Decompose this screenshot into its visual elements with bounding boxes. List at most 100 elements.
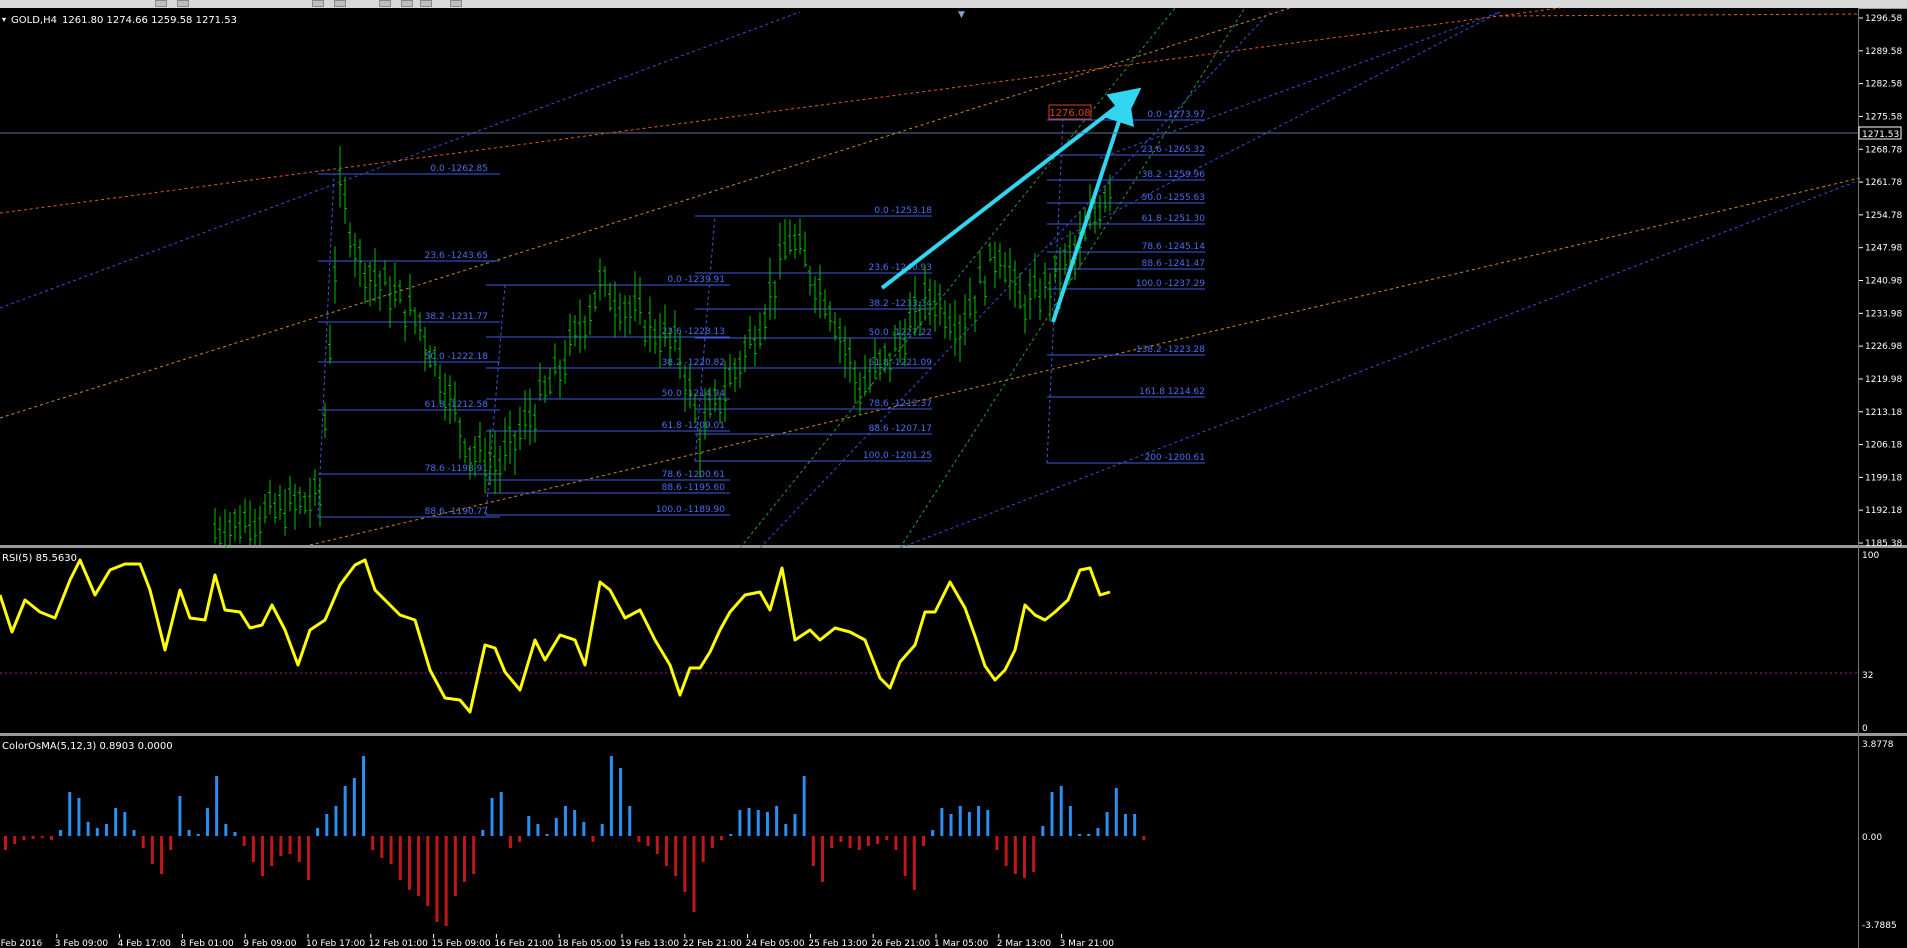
osma-bar [499,792,503,836]
fib-level-label: 23.6 -1228.13 [662,327,725,337]
current-price-marker: 1271.53 [1858,126,1902,140]
osma-bar [224,824,228,836]
fib-level-label: 88.6 -1195.60 [662,483,726,493]
osma-bar [793,814,797,836]
osma-bar [1041,826,1045,836]
chart-shift-icon[interactable]: ▼ [958,10,965,20]
osma-bar [811,836,815,866]
fib-level-label: 50.0 -1222.18 [425,352,489,362]
time-tick-label: 26 Feb 21:00 [871,939,930,948]
collapse-icon[interactable]: ▾ [2,15,6,24]
svg-text:1271.53: 1271.53 [1862,130,1899,140]
time-tick-label: 15 Feb 09:00 [432,939,491,948]
time-tick-label: 12 Feb 01:00 [369,939,428,948]
price-tick-label: 1199.18 [1865,473,1902,483]
osma-bar [4,836,7,850]
osma-bar [95,828,99,836]
time-tick-label: 24 Feb 05:00 [746,939,805,948]
osma-bar [86,822,90,836]
fib-level-label: 100.0 -1237.29 [1136,279,1205,289]
svg-text:0.00: 0.00 [1862,833,1882,843]
osma-bar [40,836,44,838]
osma-bar [720,836,724,840]
fib-level-label: 38.2 -1231.77 [425,312,488,322]
osma-bar [417,836,421,896]
osma-bar [251,836,255,862]
price-tick-label: 1289.58 [1865,47,1902,57]
osma-bar [1013,836,1017,874]
osma-bar [802,776,806,836]
osma-bar [1078,834,1082,836]
time-tick-label: 9 Feb 09:00 [243,939,297,948]
osma-bar [242,836,246,846]
fib-level-label: 50.0 -1214.94 [662,389,726,399]
osma-bar [1087,834,1091,836]
osma-bar [141,836,145,848]
fib-level-label: 88.6 -1190.77 [425,507,488,517]
fib-level-label: 0.0 -1273.97 [1147,110,1205,120]
price-tick-label: 1268.78 [1865,145,1902,155]
osma-bar [435,836,439,922]
osma-bar [343,786,347,836]
price-tick-label: 1296.58 [1865,14,1902,24]
osma-bar [931,830,935,836]
fib-level-label: 200 -1200.61 [1144,453,1205,463]
time-tick-label: 10 Feb 17:00 [306,939,365,948]
osma-bar [1068,806,1072,836]
osma-bar [352,778,356,836]
main-chart[interactable]: 0.0 -1262.85 23.6 -1243.65 38.2 -1231.77 50… [0,0,1907,948]
fib-level-label: 88.6 -1241.47 [1142,259,1205,269]
osma-bar [857,836,861,850]
osma-bar [729,834,733,836]
fib-level-label: 0.0 -1262.85 [430,164,488,174]
osma-bar [288,836,292,854]
price-tick-label: 1213.18 [1865,408,1902,418]
osma-label: ColorOsMA(5,12,3) 0.8903 0.0000 [2,741,173,752]
svg-text:3.8778: 3.8778 [1862,740,1894,750]
time-tick-label: 8 Feb 01:00 [180,939,234,948]
time-tick-label: 18 Feb 05:00 [557,939,616,948]
time-tick-label: 2 Mar 13:00 [997,939,1052,948]
osma-bar [536,824,540,836]
fib-level-label: 38.2 -1220.82 [662,358,725,368]
osma-bar [150,836,154,864]
fib-level-label: 61.8 -1251.30 [1142,214,1206,224]
osma-bar [1050,792,1054,836]
fib-level-label: 100.0 -1201.25 [863,451,932,461]
osma-bar [765,812,769,836]
osma-bar [1133,814,1137,836]
osma-bar [866,836,870,846]
osma-bar [646,836,650,846]
price-tick-label: 1192.18 [1865,506,1902,516]
osma-bar [554,818,558,836]
osma-bar [1114,788,1118,836]
osma-histogram [4,756,1146,926]
osma-bar [655,836,659,854]
price-axis: 1296.58 1289.58 1282.58 1275.58 1268.78 1261.… [1859,14,1902,549]
osma-bar [279,836,283,856]
rsi-axis: 100 32 0 [1862,551,1879,734]
osma-bar [160,836,164,874]
time-tick-label: 16 Feb 21:00 [494,939,553,948]
time-tick-label: 25 Feb 13:00 [808,939,867,948]
osma-bar [215,776,219,836]
osma-bar [922,836,925,846]
osma-bar [325,814,329,836]
fib-level-label: 61.8 -1209.01 [662,421,725,431]
svg-text:-3.7885: -3.7885 [1862,921,1897,931]
osma-bar [380,836,384,858]
osma-bar [453,836,457,896]
price-tick-label: 1254.78 [1865,211,1902,221]
time-tick-label: 1 Mar 05:00 [934,939,989,948]
osma-bar [683,836,687,892]
osma-bar [31,836,35,839]
osma-bar [389,836,393,864]
osma-bar [977,806,981,836]
osma-bar [573,810,577,836]
fib-level-label: 0.0 -1253.18 [874,206,932,216]
osma-bar [1032,836,1036,872]
osma-bar [986,810,990,836]
osma-bar [518,836,522,842]
osma-bar [967,812,971,836]
osma-bar [316,828,320,836]
